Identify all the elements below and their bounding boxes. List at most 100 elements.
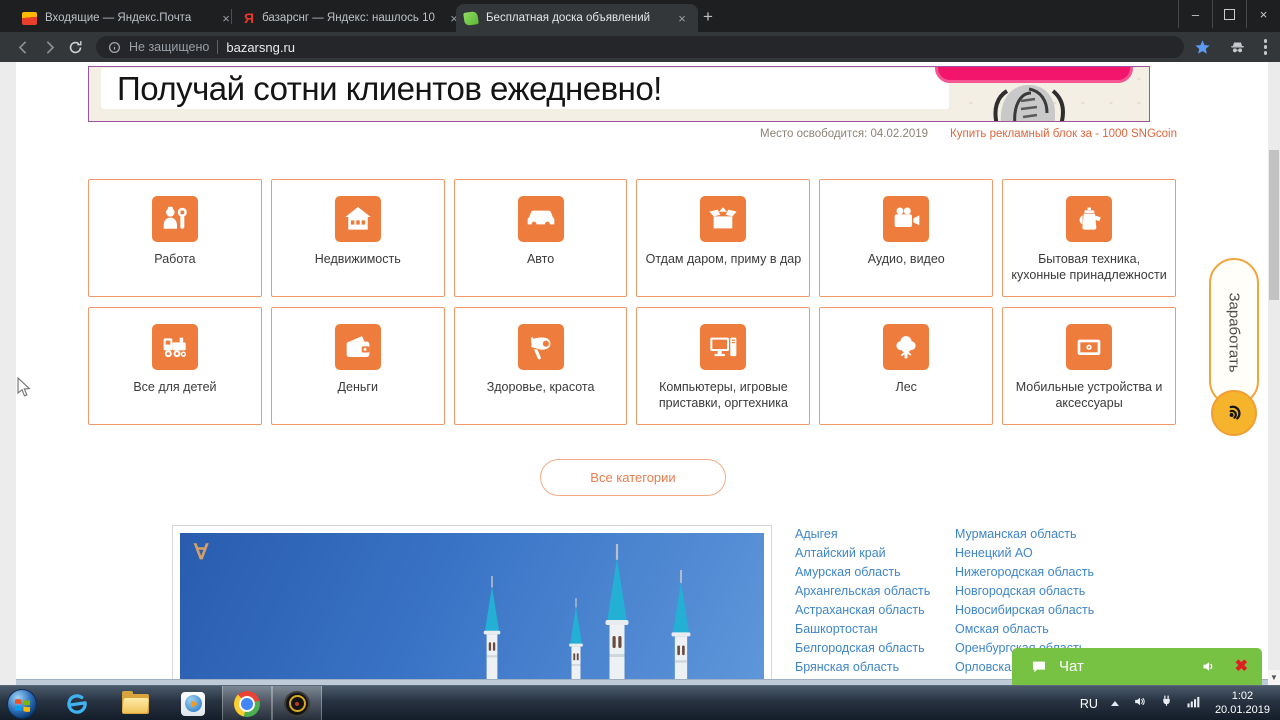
category-card[interactable]: Деньги xyxy=(270,307,445,425)
kettle-icon xyxy=(1066,196,1113,242)
chat-speaker-icon[interactable] xyxy=(1200,659,1217,674)
yandex-mail-icon xyxy=(22,11,37,25)
category-label: Недвижимость xyxy=(314,252,401,266)
category-card[interactable]: Все для детей xyxy=(88,307,262,425)
region-link[interactable]: Башкортостан xyxy=(795,622,947,641)
tray-network-icon[interactable] xyxy=(1186,695,1202,713)
url-text: bazarsng.ru xyxy=(226,39,296,55)
taskbar-recorder-app[interactable] xyxy=(272,686,322,720)
media-player-icon xyxy=(181,691,205,716)
tab-title: Бесплатная доска объявлений xyxy=(486,12,651,24)
scrollbar-down-arrow[interactable]: ▼ xyxy=(1268,670,1280,685)
address-divider xyxy=(217,40,219,54)
tab-yandex-mail[interactable]: Входящие — Яндекс.Почта × xyxy=(14,4,242,32)
tray-power-icon[interactable] xyxy=(1160,694,1173,713)
tray-expand-icon[interactable] xyxy=(1110,701,1119,706)
tree-icon xyxy=(883,324,930,370)
recorder-app-icon xyxy=(284,690,310,717)
category-card[interactable]: Мобильные устройства и аксессуары xyxy=(1002,307,1176,425)
ad-banner[interactable]: Получай сотни клиентов ежедневно! xyxy=(88,66,1150,122)
scrollbar-thumb[interactable] xyxy=(1269,150,1279,300)
category-card[interactable]: Лес xyxy=(819,307,994,425)
computer-icon xyxy=(700,324,747,370)
tab-separator xyxy=(231,9,232,24)
buy-ad-block-link[interactable]: Купить рекламный блок за - 1000 SNGcoin xyxy=(950,128,1177,140)
tray-date: 20.01.2019 xyxy=(1214,703,1270,716)
tray-clock[interactable]: 1:02 20.01.2019 xyxy=(1215,690,1270,717)
category-card[interactable]: Бытовая техника, кухонные принадлежности xyxy=(1002,179,1176,297)
info-icon[interactable] xyxy=(108,41,121,54)
browser-tab-strip: Входящие — Яндекс.Почта × Я базарснг — Я… xyxy=(0,0,1280,32)
region-link[interactable]: Адыгея xyxy=(795,527,947,546)
incognito-extension-icon[interactable] xyxy=(1228,39,1247,56)
region-link[interactable]: Архангельская область xyxy=(795,584,947,603)
tab-yandex-search[interactable]: Я базарснг — Яндекс: нашлось 10 × xyxy=(236,4,470,32)
language-indicator[interactable]: RU xyxy=(1080,697,1098,711)
screen: Входящие — Яндекс.Почта × Я базарснг — Я… xyxy=(0,0,1280,720)
region-link[interactable]: Белгородская область xyxy=(795,641,947,660)
earn-pill: Заработать xyxy=(1209,258,1259,406)
region-link[interactable]: Новгородская область xyxy=(955,584,1125,603)
taskbar-internet-explorer[interactable] xyxy=(48,686,106,720)
category-grid: Работа Недвижимость Авто Отдам даром, пр… xyxy=(88,179,1176,425)
tray-volume-icon[interactable] xyxy=(1132,695,1147,713)
category-card[interactable]: Недвижимость xyxy=(270,179,445,297)
taskbar-chrome[interactable] xyxy=(222,686,272,720)
tab-bulletin-board[interactable]: Бесплатная доска объявлений × xyxy=(456,4,698,32)
minimize-button[interactable]: – xyxy=(1178,0,1212,28)
bookmark-star-icon[interactable] xyxy=(1194,39,1211,56)
worker-icon xyxy=(151,196,198,242)
region-link[interactable]: Новосибирская область xyxy=(955,603,1125,622)
region-link[interactable]: Омская область xyxy=(955,622,1125,641)
browser-menu-icon[interactable] xyxy=(1263,39,1267,55)
category-card[interactable]: Здоровье, красота xyxy=(453,307,628,425)
taskbar-file-explorer[interactable] xyxy=(106,686,164,720)
category-card[interactable]: Работа xyxy=(88,179,262,297)
open-box-icon xyxy=(700,196,747,242)
category-card[interactable]: Аудио, видео xyxy=(819,179,994,297)
category-label: Аудио, видео xyxy=(867,252,945,266)
category-card[interactable]: Отдам даром, приму в дар xyxy=(636,179,811,297)
back-button[interactable] xyxy=(10,34,36,60)
earn-side-tab[interactable]: Заработать xyxy=(1206,258,1262,438)
page-scrollbar[interactable]: ▼ xyxy=(1268,62,1280,685)
banner-headline-strip: Получай сотни клиентов ежедневно! xyxy=(101,68,949,109)
tab-close-icon[interactable]: × xyxy=(674,10,690,26)
ad-expiry-label: Место освободится: 04.02.2019 xyxy=(760,128,929,140)
category-card[interactable]: Компьютеры, игровые приставки, оргтехник… xyxy=(636,307,811,425)
address-bar[interactable]: Не защищено bazarsng.ru xyxy=(96,36,1184,58)
close-window-button[interactable]: × xyxy=(1246,0,1280,28)
chat-label: Чат xyxy=(1059,658,1084,675)
reload-button[interactable] xyxy=(62,34,88,60)
sound-wave-icon xyxy=(1229,405,1241,420)
earn-coin-button[interactable] xyxy=(1211,390,1257,436)
photo-slider[interactable]: ∀ xyxy=(172,525,772,685)
category-label: Авто xyxy=(526,252,555,266)
window-controls: – × xyxy=(1178,0,1280,28)
chat-close-icon[interactable]: ✖ xyxy=(1235,658,1248,675)
start-button[interactable] xyxy=(7,689,37,719)
chat-widget[interactable]: Чат ✖ xyxy=(1012,648,1262,685)
region-link[interactable]: Астраханская область xyxy=(795,603,947,622)
region-link[interactable]: Нижегородская область xyxy=(955,565,1125,584)
region-link[interactable]: Ненецкий АО xyxy=(955,546,1125,565)
category-card[interactable]: Авто xyxy=(453,179,628,297)
tray-time: 1:02 xyxy=(1231,690,1254,702)
back-arrow-icon xyxy=(18,40,26,54)
tab-title: Входящие — Яндекс.Почта xyxy=(45,12,192,24)
forward-button[interactable] xyxy=(36,34,62,60)
taskbar-media-player[interactable] xyxy=(164,686,222,720)
banner-illustration xyxy=(993,85,1065,121)
new-tab-button[interactable]: + xyxy=(698,7,718,27)
car-icon xyxy=(517,196,564,242)
restore-button[interactable] xyxy=(1212,0,1246,28)
webpage: Получай сотни клиентов ежедневно! Место … xyxy=(0,62,1280,685)
category-label: Все для детей xyxy=(133,380,217,394)
windows-taskbar: RU 1:02 20.01.2019 xyxy=(0,685,1280,720)
region-link[interactable]: Алтайский край xyxy=(795,546,947,565)
region-link[interactable]: Брянская область xyxy=(795,660,947,679)
category-label: Работа xyxy=(154,252,196,266)
region-link[interactable]: Амурская область xyxy=(795,565,947,584)
all-categories-button[interactable]: Все категории xyxy=(540,459,726,496)
region-link[interactable]: Мурманская область xyxy=(955,527,1125,546)
